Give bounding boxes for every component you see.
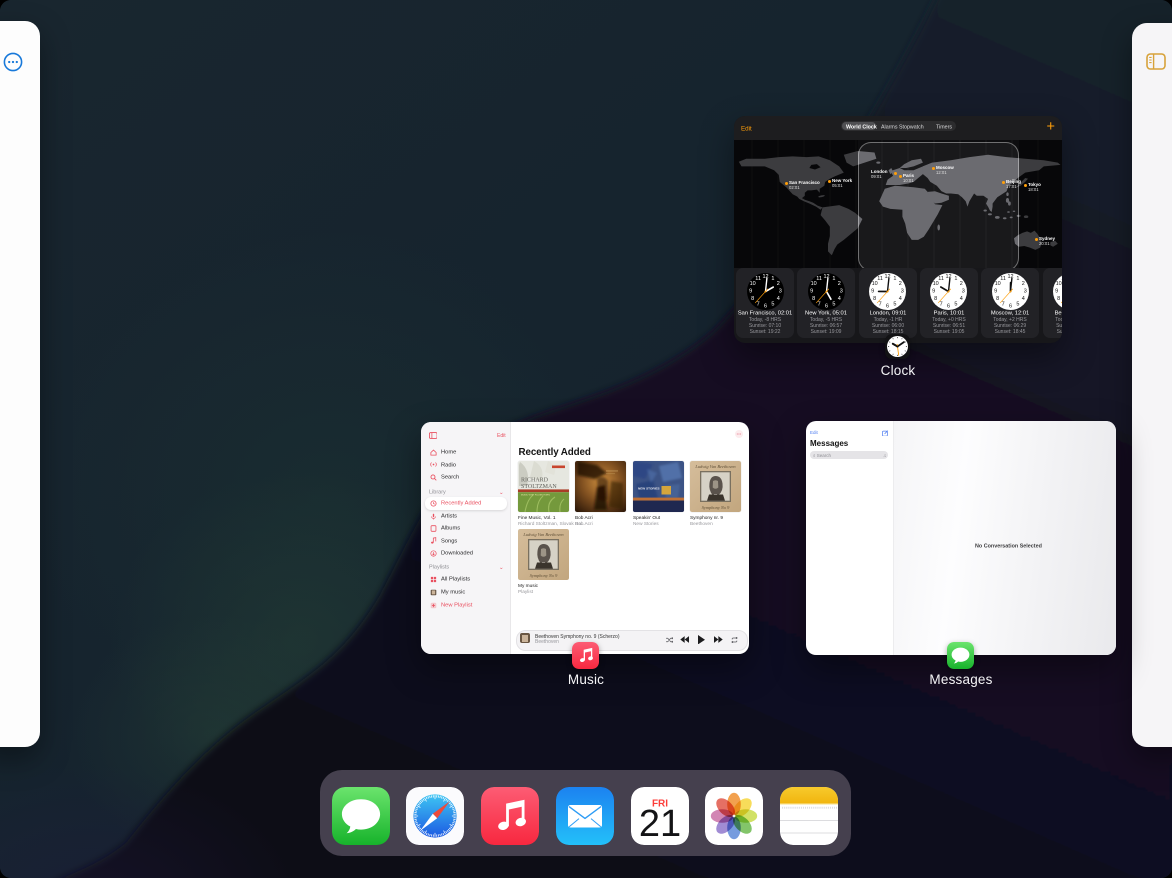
- svg-text:8: 8: [935, 296, 938, 302]
- svg-text:12: 12: [885, 274, 891, 280]
- svg-text:12: 12: [1007, 274, 1013, 280]
- svg-text:11: 11: [816, 276, 822, 282]
- svg-text:MUSIC WITH FLUGELHORN: MUSIC WITH FLUGELHORN: [521, 494, 550, 496]
- svg-text:2: 2: [1021, 281, 1024, 287]
- svg-text:5: 5: [832, 301, 835, 307]
- svg-text:7: 7: [817, 301, 820, 307]
- svg-text:5: 5: [955, 301, 958, 307]
- svg-text:12: 12: [762, 274, 768, 280]
- svg-text:4: 4: [1021, 296, 1024, 302]
- svg-text:4: 4: [838, 296, 841, 302]
- svg-text:12: 12: [946, 274, 952, 280]
- svg-text:10: 10: [994, 281, 1000, 287]
- svg-text:3: 3: [901, 289, 904, 295]
- svg-text:10: 10: [810, 281, 816, 287]
- svg-text:1: 1: [893, 276, 896, 282]
- svg-text:6: 6: [886, 303, 889, 309]
- svg-text:3: 3: [962, 289, 965, 295]
- svg-text:7: 7: [1001, 301, 1004, 307]
- svg-text:7: 7: [940, 301, 943, 307]
- svg-text:RICHARD: RICHARD: [521, 478, 549, 484]
- svg-text:1: 1: [955, 276, 958, 282]
- svg-text:12: 12: [823, 274, 829, 280]
- svg-text:21: 21: [638, 803, 680, 845]
- svg-text:11: 11: [877, 276, 883, 282]
- svg-text:4: 4: [899, 296, 902, 302]
- svg-text:1: 1: [832, 276, 835, 282]
- svg-text:8: 8: [996, 296, 999, 302]
- svg-text:9: 9: [749, 289, 752, 295]
- svg-text:11: 11: [1061, 276, 1062, 282]
- svg-text:11: 11: [939, 276, 945, 282]
- svg-text:2: 2: [960, 281, 963, 287]
- svg-text:Symphony No 9: Symphony No 9: [702, 505, 730, 510]
- svg-text:10: 10: [872, 281, 878, 287]
- svg-text:4: 4: [776, 296, 779, 302]
- svg-text:Ludwig Van Beethoven: Ludwig Van Beethoven: [695, 464, 737, 469]
- svg-text:10: 10: [933, 281, 939, 287]
- svg-text:7: 7: [756, 301, 759, 307]
- svg-text:5: 5: [771, 301, 774, 307]
- svg-text:1: 1: [1016, 276, 1019, 282]
- svg-text:Symphony No 9: Symphony No 9: [530, 573, 558, 578]
- svg-text:5: 5: [893, 301, 896, 307]
- svg-text:2: 2: [838, 281, 841, 287]
- svg-text:2: 2: [899, 281, 902, 287]
- svg-text:5: 5: [1016, 301, 1019, 307]
- svg-text:11: 11: [1000, 276, 1006, 282]
- svg-text:8: 8: [751, 296, 754, 302]
- svg-text:NEW STORIES: NEW STORIES: [638, 487, 660, 491]
- svg-text:9: 9: [933, 289, 936, 295]
- svg-text:7: 7: [879, 301, 882, 307]
- svg-text:6: 6: [825, 303, 828, 309]
- svg-text:2: 2: [776, 281, 779, 287]
- svg-text:1: 1: [771, 276, 774, 282]
- svg-text:3: 3: [778, 289, 781, 295]
- svg-text:10: 10: [1056, 281, 1062, 287]
- svg-text:4: 4: [960, 296, 963, 302]
- svg-text:9: 9: [994, 289, 997, 295]
- svg-text:6: 6: [763, 303, 766, 309]
- svg-text:Ludwig Van Beethoven: Ludwig Van Beethoven: [522, 532, 564, 537]
- svg-text:9: 9: [1055, 289, 1058, 295]
- svg-text:9: 9: [871, 289, 874, 295]
- svg-text:3: 3: [840, 289, 843, 295]
- svg-text:8: 8: [812, 296, 815, 302]
- svg-text:10: 10: [749, 281, 755, 287]
- svg-text:6: 6: [947, 303, 950, 309]
- svg-text:6: 6: [1009, 303, 1012, 309]
- svg-text:9: 9: [810, 289, 813, 295]
- svg-text:8: 8: [873, 296, 876, 302]
- svg-text:11: 11: [755, 276, 761, 282]
- svg-text:8: 8: [1057, 296, 1060, 302]
- svg-text:STOLTZMAN: STOLTZMAN: [521, 484, 557, 490]
- svg-text:3: 3: [1023, 289, 1026, 295]
